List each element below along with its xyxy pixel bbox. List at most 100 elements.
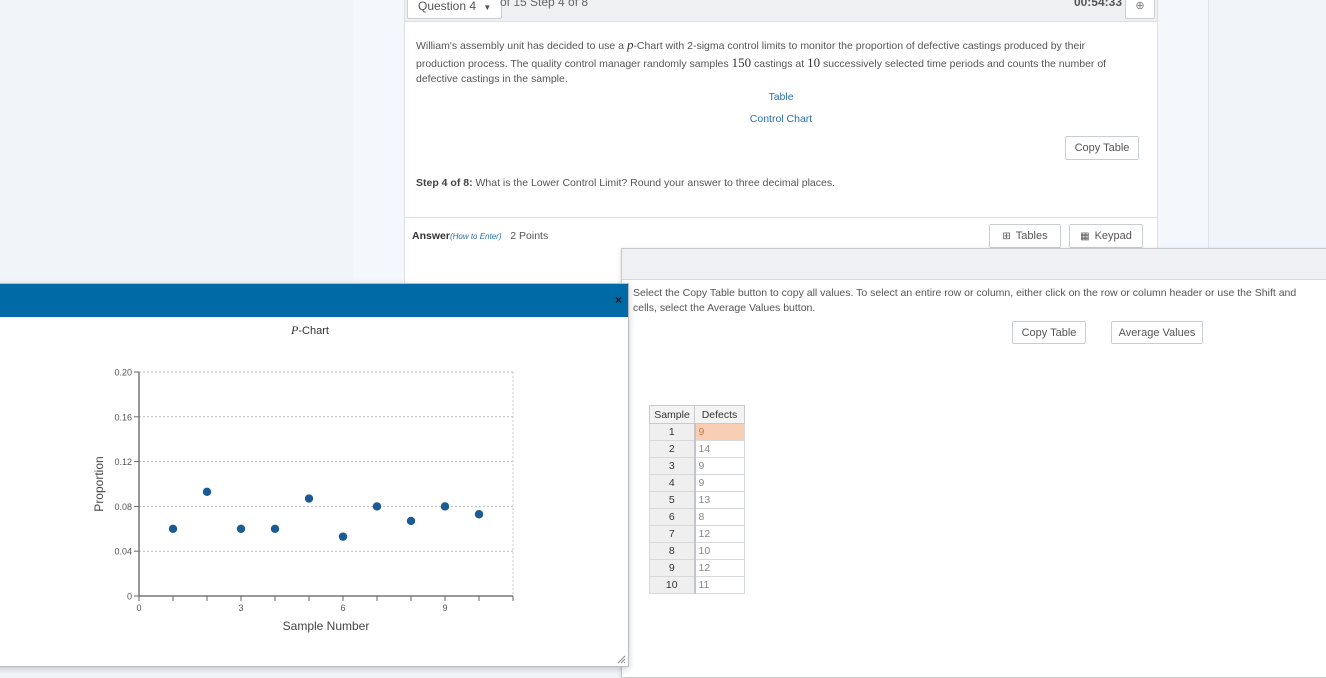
data-point[interactable] (372, 502, 382, 511)
data-point[interactable] (406, 516, 416, 526)
row-header[interactable]: 7 (649, 525, 696, 543)
x-tick-label: 6 (340, 603, 345, 613)
y-tick-label: 0.08 (114, 502, 132, 512)
target-icon: ⊕ (1135, 0, 1145, 12)
step-text: What is the Lower Control Limit? Round y… (472, 177, 836, 189)
y-tick-label: 0.16 (114, 412, 132, 422)
average-values-button[interactable]: Average Values (1111, 321, 1203, 344)
question-text-part: castings at (751, 57, 808, 70)
step-label: Step 4 of 8: (416, 177, 473, 189)
chart-title-rest: -Chart (298, 325, 329, 337)
question-dropdown[interactable]: Question 4 ▼ (407, 0, 503, 19)
data-table: Sample Defects 1 9 2 14 3 9 4 9 5 13 6 8 7 12 8 10 9 12 10… (649, 405, 745, 594)
y-tick-label: 0.04 (114, 547, 132, 557)
data-point[interactable] (168, 524, 178, 533)
data-point[interactable] (474, 510, 484, 519)
question-dropdown-label: Question 4 (418, 0, 477, 13)
defects-cell[interactable]: 9 (694, 474, 745, 492)
y-tick-label: 0.20 (114, 368, 132, 378)
row-header[interactable]: 5 (649, 491, 696, 509)
keypad-button-label: Keypad (1094, 230, 1132, 242)
table-dialog: Select the Copy Table button to copy all… (621, 248, 1326, 678)
how-to-enter-link[interactable]: (How to Enter) (450, 232, 502, 241)
answer-header: Answer(How to Enter) 2 Points (412, 230, 548, 242)
tables-button-label: Tables (1015, 230, 1048, 242)
row-header[interactable]: 8 (649, 542, 696, 560)
data-point[interactable] (270, 524, 280, 533)
column-header-defects[interactable]: Defects (694, 405, 745, 424)
data-point[interactable] (338, 532, 348, 541)
table-row: 5 13 (649, 491, 745, 509)
defects-cell[interactable]: 8 (694, 508, 745, 526)
table-instructions: Select the Copy Table button to copy all… (633, 286, 1326, 316)
table-row: 2 14 (649, 440, 745, 458)
defects-cell[interactable]: 10 (694, 542, 745, 560)
table-row: 8 10 (649, 542, 745, 560)
close-icon[interactable]: × (615, 293, 622, 307)
defects-cell[interactable]: 14 (694, 440, 745, 458)
table-header-row: Sample Defects (649, 405, 745, 424)
instructions-line: cells, select the Average Values button. (633, 302, 816, 314)
step-info: of 15 Step 4 of 8 (500, 0, 589, 9)
question-text: William's assembly unit has decided to u… (416, 37, 1136, 88)
table-row: 68 (649, 508, 745, 526)
target-button[interactable]: ⊕ (1125, 0, 1155, 19)
defects-cell[interactable]: 9 (694, 423, 745, 441)
data-point[interactable] (236, 524, 246, 533)
answer-label: Answer (412, 230, 450, 242)
keypad-button[interactable]: ▦ Keypad (1069, 224, 1143, 248)
step-prompt: Step 4 of 8: What is the Lower Control L… (416, 177, 835, 189)
x-axis-label: Sample Number (283, 619, 370, 633)
y-axis-label: Proportion (92, 456, 106, 511)
y-tick-label: 0.12 (114, 457, 132, 467)
copy-table-button[interactable]: Copy Table (1065, 136, 1139, 160)
x-tick-label: 3 (238, 603, 243, 613)
defects-cell[interactable]: 11 (694, 576, 745, 594)
x-tick-label: 0 (136, 603, 141, 613)
defects-cell[interactable]: 12 (694, 525, 745, 543)
chart-dialog-header[interactable]: × (0, 284, 628, 317)
data-point[interactable] (304, 494, 314, 503)
defects-cell[interactable]: 9 (694, 457, 745, 475)
question-card: Question 4 ▼ of 15 Step 4 of 8 00:54:33 … (404, 0, 1158, 288)
timer: 00:54:33 (1073, 0, 1122, 9)
calculator-icon: ▦ (1080, 231, 1090, 242)
row-header[interactable]: 1 (649, 423, 696, 441)
table-link[interactable]: Table (405, 91, 1157, 103)
copy-table-button-dialog[interactable]: Copy Table (1012, 321, 1086, 344)
row-header[interactable]: 9 (649, 559, 696, 577)
table-dialog-header[interactable] (622, 249, 1326, 280)
row-header[interactable]: 4 (649, 474, 696, 492)
row-header[interactable]: 10 (649, 576, 696, 594)
chart-dialog: × P-Chart 0 0.04 0.08 0.12 0.16 0.20 0 3 6 9 Sample… (0, 283, 629, 667)
y-tick-label: 0 (127, 592, 132, 602)
question-text-part: William's assembly unit has decided to u… (416, 40, 627, 52)
table-row: 9 12 (649, 559, 745, 577)
tables-button[interactable]: ⊞ Tables (989, 224, 1061, 248)
divider (405, 217, 1157, 218)
defects-cell[interactable]: 12 (694, 559, 745, 577)
row-header[interactable]: 6 (649, 508, 696, 526)
table-row: 19 (649, 423, 745, 441)
row-header[interactable]: 2 (649, 440, 696, 458)
control-chart-link[interactable]: Control Chart (405, 113, 1157, 125)
table-row: 10 11 (649, 576, 745, 594)
instructions-line: Select the Copy Table button to copy all… (633, 287, 1297, 299)
data-point[interactable] (440, 502, 450, 511)
data-point[interactable] (202, 487, 212, 497)
x-tick-label: 9 (442, 603, 447, 613)
math-sample-size: 150 (731, 54, 752, 70)
resize-handle-icon[interactable] (616, 654, 626, 664)
caret-down-icon: ▼ (483, 3, 492, 12)
question-topbar: Question 4 ▼ of 15 Step 4 of 8 00:54:33 … (405, 0, 1157, 22)
table-row: 7 12 (649, 525, 745, 543)
p-chart: P-Chart 0 0.04 0.08 0.12 0.16 0.20 0 3 6 9 Sample N… (92, 323, 514, 633)
points-label: 2 Points (510, 230, 549, 242)
defects-cell[interactable]: 13 (694, 491, 745, 509)
table-grid-icon: ⊞ (1002, 231, 1011, 242)
column-header-sample[interactable]: Sample (649, 405, 695, 424)
chart-title: P-Chart (290, 323, 329, 337)
table-row: 49 (649, 474, 745, 492)
row-header[interactable]: 3 (649, 457, 696, 475)
table-row: 39 (649, 457, 745, 475)
